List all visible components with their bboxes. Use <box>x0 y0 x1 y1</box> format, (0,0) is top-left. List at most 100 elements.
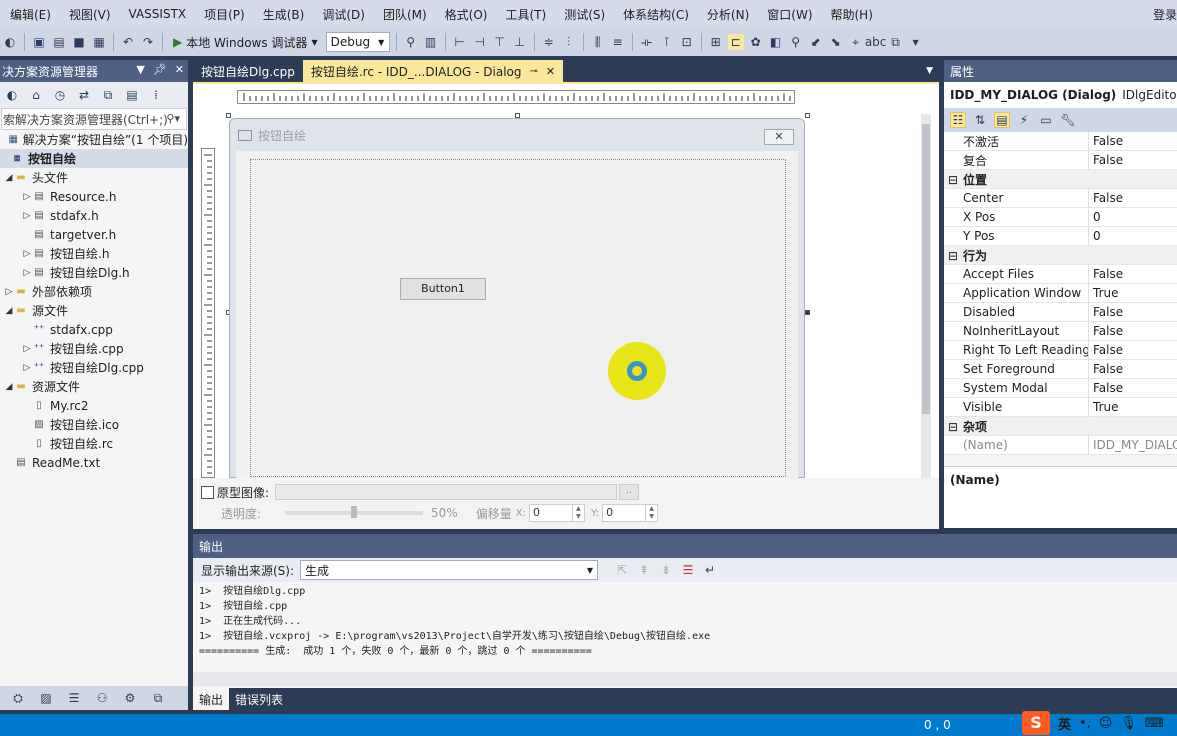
property-pages-icon[interactable]: 🔧︎ <box>1060 112 1076 128</box>
prototype-image-checkbox[interactable] <box>201 486 214 499</box>
property-value[interactable]: False <box>1088 188 1177 208</box>
offset-y-spinner[interactable]: 0 ▲ ▼ <box>602 504 659 522</box>
collapse-icon[interactable]: ⊟ <box>948 173 958 187</box>
tree-item[interactable]: ⁺⁺ stdafx.cpp <box>0 320 188 339</box>
tree-item[interactable]: ▷ ▤ Resource.h <box>0 187 188 206</box>
messages-icon[interactable]: ▭ <box>1038 112 1054 128</box>
expander-icon[interactable]: ▷ <box>22 268 32 278</box>
menu-item[interactable]: VASSISTX <box>120 7 196 21</box>
dialog-preview[interactable]: 按钮自绘 ✕ Button1 <box>229 118 805 479</box>
spin-arrows-icon[interactable]: ▲ ▼ <box>645 505 657 521</box>
dialog-client-area[interactable]: Button1 <box>236 151 798 479</box>
toolbox-tab-icon[interactable]: ⧉ <box>150 690 166 706</box>
tree-item[interactable]: ▷ ▬ 外部依赖项 <box>0 282 188 301</box>
menu-item[interactable]: 窗口(W) <box>758 6 821 23</box>
login-link[interactable]: 登录 <box>1153 6 1177 23</box>
toggle-grid-icon[interactable]: ⊞ <box>708 34 724 50</box>
resize-handle[interactable] <box>805 310 810 315</box>
property-value[interactable]: 0 <box>1088 226 1177 246</box>
toggle-guides-icon[interactable]: ⊏ <box>727 34 744 50</box>
tree-item[interactable]: ▯ 按钮自绘.rc <box>0 434 188 453</box>
tree-item[interactable]: ▷ ▤ 按钮自绘Dlg.h <box>0 263 188 282</box>
tab-overflow-icon[interactable]: ▼ <box>926 66 933 76</box>
tab-dialog-resource[interactable]: 按钮自绘.rc - IDD_...DIALOG - Dialog ⊸ ✕ <box>302 60 564 82</box>
punctuation-icon[interactable]: •, <box>1079 716 1091 731</box>
menu-item[interactable]: 帮助(H) <box>822 6 882 23</box>
align-left-icon[interactable]: ⊢ <box>452 34 468 50</box>
nav-back-icon[interactable]: ◐ <box>2 34 18 50</box>
property-row[interactable]: Visible True <box>944 397 1177 417</box>
property-row[interactable]: (Name) IDD_MY_DIALOG <box>944 435 1177 455</box>
property-row[interactable]: NoInheritLayout False <box>944 321 1177 341</box>
property-category[interactable]: ⊟ 行为 <box>944 246 1177 265</box>
team-explorer-tab-icon[interactable]: ⚇ <box>94 690 110 706</box>
tree-item[interactable]: ⧈ 按钮自绘 <box>0 149 188 168</box>
spell-check-icon[interactable]: abc <box>865 34 887 50</box>
property-row[interactable]: X Pos 0 <box>944 207 1177 227</box>
property-value[interactable]: False <box>1088 359 1177 379</box>
slider-knob[interactable] <box>351 506 358 518</box>
output-horizontal-scrollbar[interactable] <box>193 672 1177 686</box>
resize-handle[interactable] <box>226 113 231 118</box>
collapse-icon[interactable]: ⊟ <box>948 420 958 434</box>
property-row[interactable]: System Modal False <box>944 378 1177 398</box>
property-value[interactable]: False <box>1088 321 1177 341</box>
align-top-icon[interactable]: ⊤ <box>492 34 508 50</box>
output-text[interactable]: 1> 按钮自绘Dlg.cpp 1> 按钮自绘.cpp 1> 正在生成代码... 1> … <box>199 584 1159 659</box>
overflow-icon[interactable]: ⁞ <box>148 87 164 103</box>
center-horizontal-icon[interactable]: ⫶ <box>561 34 577 50</box>
test-dialog-icon[interactable]: ✿ <box>748 34 764 50</box>
undo-icon[interactable]: ↶ <box>120 34 136 50</box>
word-wrap-icon[interactable]: ↵ <box>702 562 718 578</box>
tree-item[interactable]: ▨ 按钮自绘.ico <box>0 415 188 434</box>
space-down-icon[interactable]: ≡ <box>610 34 626 50</box>
external-icon[interactable]: ⧉ <box>888 34 904 50</box>
property-category[interactable]: ⊟ 杂项 <box>944 417 1177 436</box>
menu-item[interactable]: 编辑(E) <box>0 6 60 23</box>
property-value[interactable]: 0 <box>1088 207 1177 227</box>
menu-item[interactable]: 调试(D) <box>313 6 374 23</box>
tree-item[interactable]: ◢ ▬ 头文件 <box>0 168 188 187</box>
goto-line-icon[interactable]: ⇱ <box>614 562 630 578</box>
solution-search-input[interactable]: 索解决方案资源管理器(Ctrl+;) ⚲▾ <box>1 108 187 130</box>
search-icon[interactable]: ⚲▾ <box>166 112 180 125</box>
solution-explorer-tab-icon[interactable]: ⛭ <box>10 690 26 706</box>
center-vertical-icon[interactable]: ≑ <box>541 34 557 50</box>
property-row[interactable]: Center False <box>944 188 1177 208</box>
expander-icon[interactable]: ◢ <box>4 173 14 183</box>
spin-arrows-icon[interactable]: ▲ ▼ <box>571 505 584 521</box>
new-project-icon[interactable]: ▣ <box>31 34 47 50</box>
expander-icon[interactable]: ◢ <box>4 382 14 392</box>
same-height-icon[interactable]: ⊺ <box>659 34 675 50</box>
same-size-icon[interactable]: ⊡ <box>679 34 695 50</box>
sogou-logo-icon[interactable]: S <box>1022 711 1050 735</box>
tree-item[interactable]: ▷ ▤ 按钮自绘.h <box>0 244 188 263</box>
property-row[interactable]: Y Pos 0 <box>944 226 1177 246</box>
button1-control[interactable]: Button1 <box>400 278 486 300</box>
collapse-icon[interactable]: ⊟ <box>948 249 958 263</box>
tree-item[interactable]: ◢ ▬ 资源文件 <box>0 377 188 396</box>
back-icon[interactable]: ◐ <box>4 87 20 103</box>
tree-item[interactable]: ▤ targetver.h <box>0 225 188 244</box>
find-icon[interactable]: ⚲ <box>403 34 419 50</box>
close-tab-icon[interactable]: ✕ <box>546 65 555 78</box>
redo-icon[interactable]: ↷ <box>140 34 156 50</box>
microphone-icon[interactable]: 🎙︎ <box>1120 716 1137 731</box>
expander-icon[interactable]: ◢ <box>4 306 14 316</box>
tree-item[interactable]: ▯ My.rc2 <box>0 396 188 415</box>
horizontal-ruler[interactable] <box>237 90 795 104</box>
save-icon[interactable]: ■ <box>71 34 87 50</box>
property-row[interactable]: Set Foreground False <box>944 359 1177 379</box>
align-center-icon[interactable]: ⊣ <box>472 34 488 50</box>
resize-handle[interactable] <box>805 113 810 118</box>
clear-all-icon[interactable]: ☰ <box>680 562 696 578</box>
solution-explorer-title-bar[interactable]: 决方案资源管理器 ▼ 📌︎ ✕ <box>0 60 188 82</box>
property-row[interactable]: 不激活 False <box>944 131 1177 151</box>
property-value[interactable]: False <box>1088 150 1177 170</box>
back-nav-icon[interactable]: ⬋ <box>808 34 824 50</box>
property-row[interactable]: Accept Files False <box>944 264 1177 284</box>
menu-item[interactable]: 格式(O) <box>436 6 497 23</box>
menu-item[interactable]: 团队(M) <box>374 6 436 23</box>
window-position-icon[interactable]: ▼ <box>136 63 144 76</box>
find-symbol-icon[interactable]: ⚲ <box>788 34 804 50</box>
